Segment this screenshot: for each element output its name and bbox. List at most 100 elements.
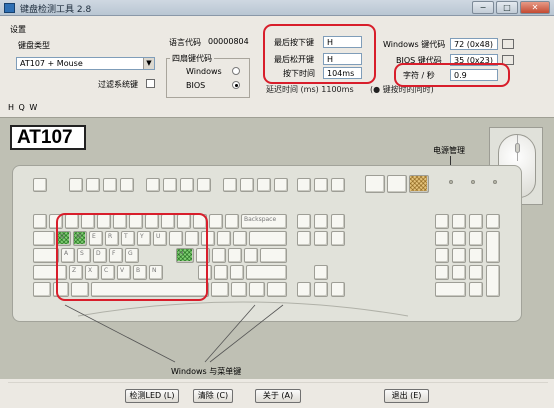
- settings-group-label: 设置: [10, 25, 26, 34]
- w-label: W: [76, 233, 82, 240]
- filter-system-keys-label: 过滤系统键: [98, 80, 138, 89]
- maximize-button[interactable]: □: [496, 1, 518, 14]
- key-y: Y: [137, 231, 151, 246]
- b-label: B: [136, 267, 141, 274]
- key-5: [113, 214, 127, 229]
- f-label: F: [112, 250, 116, 257]
- key-b: B: [133, 265, 147, 280]
- key-num1: [435, 265, 449, 280]
- press-time-label: 按下时间: [283, 69, 315, 78]
- key-3: [81, 214, 95, 229]
- key-f12: [274, 178, 288, 192]
- window-title: 键盘检测工具 2.8: [20, 5, 92, 15]
- key-esc: [33, 178, 47, 192]
- u-label: U: [156, 233, 161, 240]
- key-v: V: [117, 265, 131, 280]
- key-history: H Q W: [8, 103, 39, 112]
- test-led-button[interactable]: 检测LED (L): [125, 389, 179, 403]
- y-label: Y: [140, 233, 144, 240]
- key-4: [97, 214, 111, 229]
- key-rshift: [246, 265, 287, 280]
- last-key-up-label: 最后松开键: [274, 55, 314, 64]
- about-button[interactable]: 关于 (A): [255, 389, 301, 403]
- key-c: C: [101, 265, 115, 280]
- chars-per-second-value: 0.9: [450, 69, 498, 81]
- last-key-down-label: 最后按下键: [274, 38, 314, 47]
- key-f10: [240, 178, 254, 192]
- key-2: [65, 214, 79, 229]
- e-label: E: [92, 233, 96, 240]
- filter-system-keys-checkbox[interactable]: [146, 79, 155, 88]
- delay-time-label: 延迟时间 (ms) 1100ms: [266, 85, 354, 94]
- key-tab: [33, 231, 55, 246]
- windows-option-label: Windows: [186, 67, 222, 76]
- key-sleep: [387, 175, 407, 193]
- keyboard-type-select[interactable]: AT107 + Mouse ▼: [16, 57, 155, 70]
- key-numdot: [469, 282, 483, 297]
- key-backtick: [33, 214, 47, 229]
- minimize-button[interactable]: −: [472, 1, 494, 14]
- key-numenter: [486, 265, 500, 297]
- key-scroll: [314, 178, 328, 192]
- key-delete: [297, 231, 311, 246]
- language-code-label: 语言代码: [169, 38, 201, 47]
- windows-key-code-value: 72 (0x48): [450, 38, 498, 50]
- key-pageup: [331, 214, 345, 229]
- key-lshift: [33, 265, 67, 280]
- key-1: [49, 214, 63, 229]
- title-bar: 键盘检测工具 2.8 − □ ✕: [0, 0, 554, 16]
- a-label: A: [64, 250, 69, 257]
- key-e: E: [89, 231, 103, 246]
- key-semicolon: [228, 248, 242, 263]
- num-lock-led: [449, 180, 453, 184]
- windows-key-code-label: Windows 键代码: [383, 40, 446, 49]
- s-label: S: [80, 250, 84, 257]
- key-comma: [198, 265, 212, 280]
- key-8: [161, 214, 175, 229]
- key-f11: [257, 178, 271, 192]
- key-equals: [225, 214, 239, 229]
- key-num4: [435, 248, 449, 263]
- key-t: T: [121, 231, 135, 246]
- key-u: U: [153, 231, 167, 246]
- key-end: [314, 231, 328, 246]
- key-f2: [86, 178, 100, 192]
- key-period: [214, 265, 228, 280]
- q-label: Q: [60, 233, 65, 240]
- key-nummul: [469, 214, 483, 229]
- t-label: T: [124, 233, 128, 240]
- windows-radio[interactable]: [232, 67, 240, 75]
- keyboard-type-value: AT107 + Mouse: [20, 59, 83, 68]
- key-k: [196, 248, 210, 263]
- key-backslash: [249, 231, 287, 246]
- key-pause: [331, 178, 345, 192]
- windows-key-pointers: [64, 304, 284, 363]
- bios-radio[interactable]: [232, 81, 240, 89]
- keyboard-model: AT107: [10, 125, 86, 150]
- keyboard-type-label: 键盘类型: [18, 41, 50, 50]
- separator: [8, 382, 548, 383]
- key-num2: [452, 265, 466, 280]
- exit-button[interactable]: 退出 (E): [384, 389, 429, 403]
- key-7: [145, 214, 159, 229]
- key-h-pressed: H: [176, 248, 194, 263]
- key-n: N: [149, 265, 163, 280]
- bios-code-indicator: [502, 55, 514, 65]
- key-quote: [244, 248, 258, 263]
- key-q-pressed: Q: [57, 231, 71, 246]
- close-button[interactable]: ✕: [520, 1, 550, 14]
- key-9: [177, 214, 191, 229]
- clear-button[interactable]: 清除 (C): [193, 389, 233, 403]
- bios-option-label: BIOS: [186, 81, 206, 90]
- key-code-group-label: 四扇键代码: [170, 53, 214, 64]
- d-label: D: [96, 250, 101, 257]
- chevron-down-icon[interactable]: ▼: [143, 58, 154, 69]
- key-f3: [103, 178, 117, 192]
- key-num8: [452, 231, 466, 246]
- key-i: [169, 231, 183, 246]
- key-w-pressed: W: [73, 231, 87, 246]
- power-management-label: 电源管理: [433, 146, 465, 155]
- key-lwin: [53, 282, 69, 297]
- key-g: G: [125, 248, 139, 263]
- scroll-lock-led: [493, 180, 497, 184]
